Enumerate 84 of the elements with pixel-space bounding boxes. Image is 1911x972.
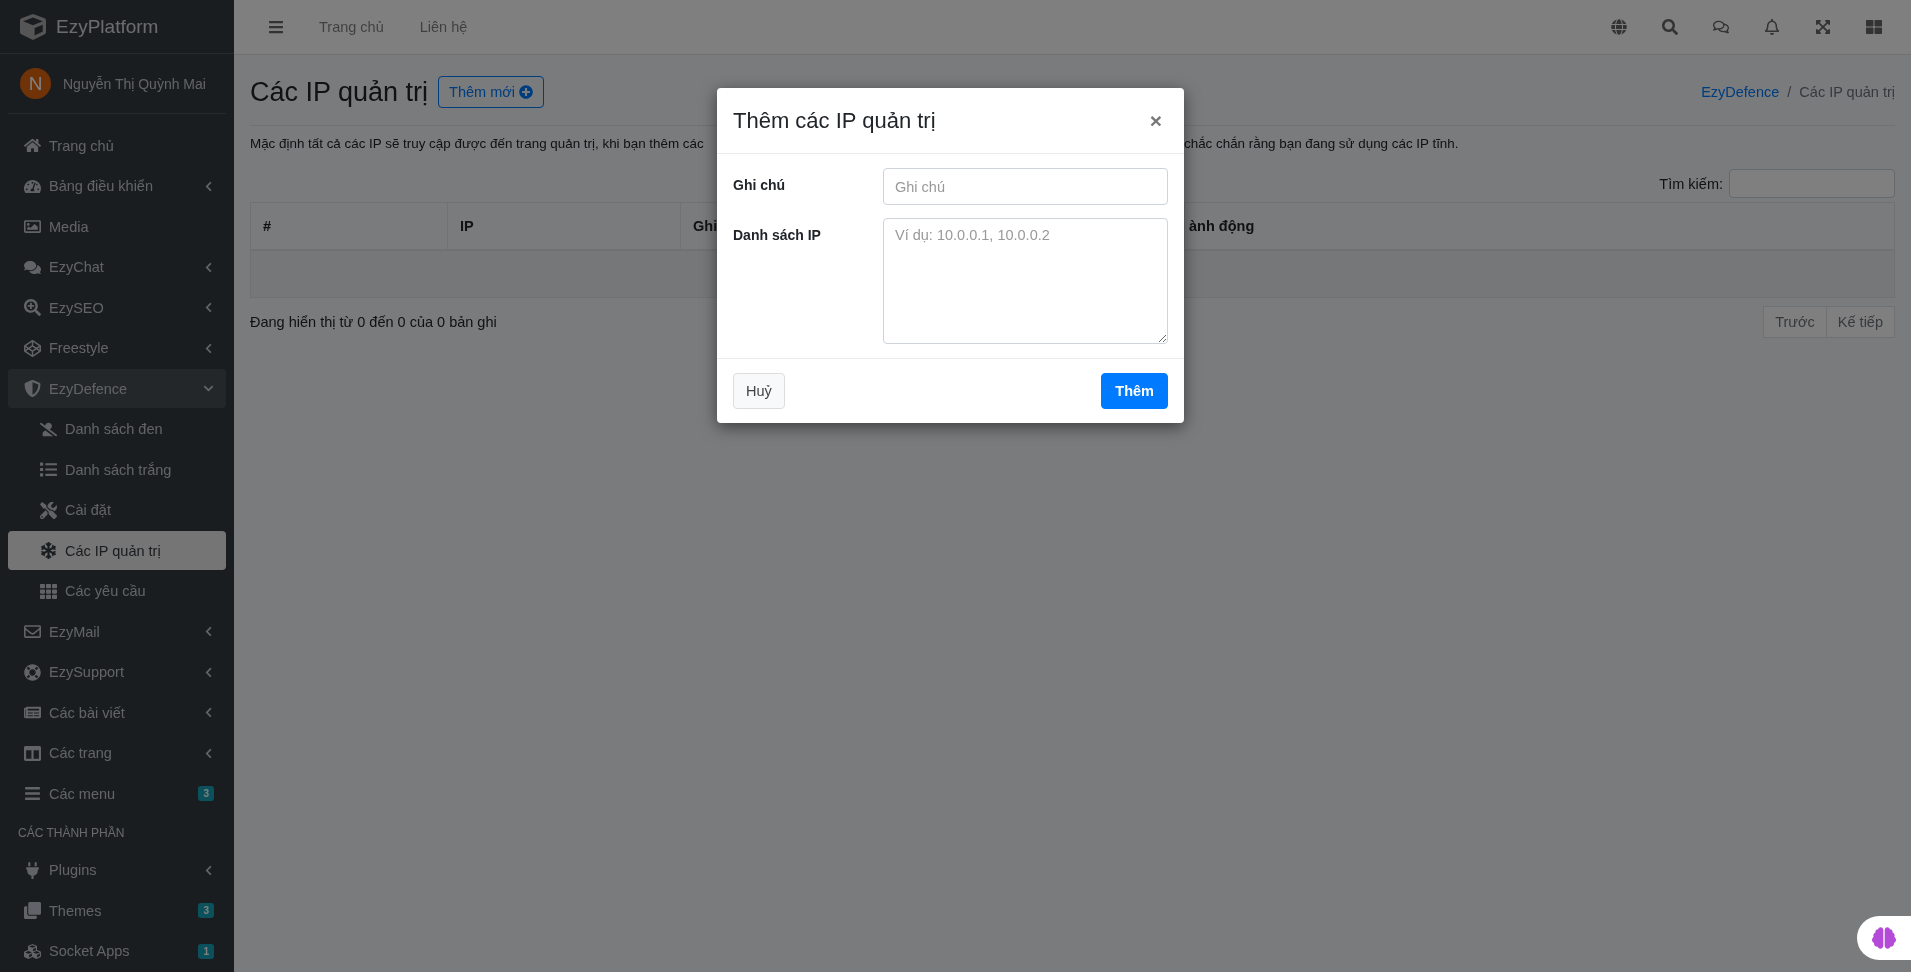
columns-icon [24,744,41,762]
nav-link[interactable]: Liên hệ [405,19,482,35]
submit-button[interactable]: Thêm [1101,373,1168,409]
column-header: ành động [1188,217,1256,236]
sidebar-subitem[interactable]: Các yêu cầu [8,571,226,611]
close-button[interactable]: × [1143,107,1168,134]
shield-icon [24,380,41,397]
chevron-left-icon [203,747,214,759]
tools-icon [40,501,57,519]
brand-name: EzyPlatform [56,15,159,38]
count-badge: 3 [198,786,214,801]
table-info: Đang hiển thị từ 0 đến 0 của 0 bản ghi [250,314,497,330]
modal-title: Thêm các IP quản trị [733,107,936,134]
page-title: Các IP quản trị [250,76,429,108]
lifebuoy-icon [24,663,41,681]
sidebar-item[interactable]: Trang chủ [8,126,226,165]
user-avatar: N [20,68,51,99]
chat-bubbles-icon [24,258,41,276]
column-header: # [251,203,448,249]
assistant-button[interactable] [1857,916,1911,960]
pagination-button[interactable]: Kế tiếp [1826,306,1895,338]
note-input-field[interactable]: Ghi chú [883,168,1168,205]
field-label: Danh sách IP [733,226,822,243]
chevron-left-icon [203,261,214,273]
breadcrumb-separator: / [1787,84,1792,100]
sidebar-item[interactable]: EzyChat [8,247,226,287]
menu-icon [24,785,41,802]
add-new-button[interactable]: Thêm mới [438,76,544,108]
cube-logo-icon [20,13,46,40]
chevron-left-icon [203,180,214,192]
sidebar-item[interactable]: Plugins [8,850,226,890]
breadcrumb-current: Các IP quản trị [1799,84,1895,100]
snowflake-icon [40,542,57,559]
sidebar-subitem[interactable]: Danh sách đen [8,409,226,449]
column-header: IP [448,203,681,249]
envelope-icon [24,623,41,640]
cube-icon [24,339,41,357]
chevron-left-icon [203,626,214,637]
cancel-button[interactable]: Huỷ [733,373,785,409]
count-badge: 1 [198,943,214,959]
brain-icon [1872,926,1896,950]
sidebar-item[interactable]: EzySupport [8,652,226,692]
stacked-pages-icon [24,902,41,919]
sidebar-item[interactable]: Các menu 3 [8,774,226,813]
nav-link[interactable]: Trang chủ [305,19,398,35]
pagination-button[interactable]: Trước [1763,306,1827,338]
sidebar-item[interactable]: Freestyle [8,328,226,368]
chevron-left-icon [203,864,214,876]
breadcrumb-link[interactable]: EzyDefence [1701,84,1780,100]
section-header: CÁC THÀNH PHẦN [17,824,126,842]
sidebar-item[interactable]: Themes 3 [8,891,226,930]
sidebar-item[interactable]: Bảng điều khiển [8,166,226,206]
search-field[interactable] [1729,169,1895,198]
user-slash-icon [40,420,57,438]
sidebar-item[interactable]: Các bài viết [8,693,226,732]
ip-list-field[interactable]: Ví dụ: 10.0.0.1, 10.0.0.2 [883,218,1168,344]
gauge-icon [24,177,41,195]
dots-grid-icon [40,582,57,600]
sidebar-subitem[interactable]: Cài đặt [8,490,226,530]
image-icon [24,218,41,235]
plug-icon [24,861,41,879]
user-name: Nguyễn Thị Quỳnh Mai [63,75,206,92]
search-icon [24,299,41,316]
field-label: Ghi chú [733,176,787,193]
newspaper-icon [24,704,41,721]
sidebar-item[interactable]: EzyMail [8,612,226,651]
chevron-left-icon [203,707,214,718]
sidebar-subitem[interactable]: Các IP quản trị [8,531,226,570]
chevron-left-icon [203,302,214,313]
cubes-icon [24,942,41,960]
description-text: chắc chắn rằng bạn đang sử dụng các IP tĩnh. [1184,136,1460,151]
sidebar-item[interactable]: Các trang [8,733,226,773]
count-badge: 3 [198,903,214,918]
search-label: Tìm kiếm: [1659,175,1723,192]
sidebar-item[interactable]: EzySEO [8,288,226,327]
sidebar-subitem[interactable]: Danh sách trắng [8,450,226,489]
chevron-left-icon [203,666,214,678]
house-icon [24,137,41,154]
description-text: Mặc định tất cả các IP sẽ truy cập được đến trang quản trị, khi bạn thêm các [250,136,705,151]
chevron-left-icon [203,342,214,354]
list-icon [40,461,57,478]
sidebar-item[interactable]: Media [8,207,226,246]
chevron-down-icon [203,383,214,394]
sidebar-item[interactable]: Socket Apps 1 [8,931,226,971]
